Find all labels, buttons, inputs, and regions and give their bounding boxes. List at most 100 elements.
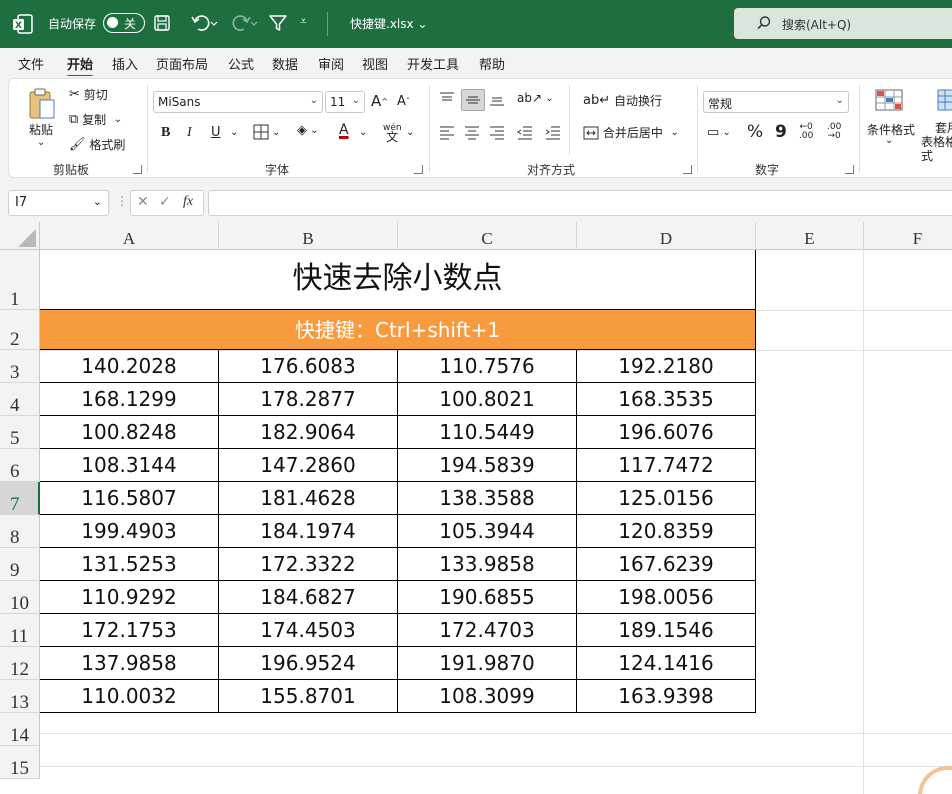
align-bottom-icon[interactable] [489, 91, 505, 107]
tab-review[interactable]: 审阅 [318, 54, 344, 73]
row-header[interactable]: 11 [0, 614, 40, 647]
row-header[interactable]: 13 [0, 680, 40, 713]
table-cell[interactable]: 178.2877 [219, 383, 398, 416]
table-cell[interactable]: 110.7576 [398, 350, 577, 383]
underline-dropdown-icon[interactable]: ⌄ [230, 127, 238, 138]
table-cell[interactable]: 168.1299 [40, 383, 219, 416]
cancel-icon[interactable]: ✕ [137, 194, 149, 210]
table-cell[interactable]: 167.6239 [577, 548, 756, 581]
table-cell[interactable]: 108.3099 [398, 680, 577, 713]
table-cell[interactable]: 181.4628 [219, 482, 398, 515]
tab-data[interactable]: 数据 [272, 54, 298, 73]
tab-formulas[interactable]: 公式 [228, 54, 254, 73]
table-cell[interactable]: 110.5449 [398, 416, 577, 449]
table-cell[interactable]: 184.6827 [219, 581, 398, 614]
increase-indent-icon[interactable] [545, 124, 561, 140]
enter-icon[interactable]: ✓ [159, 194, 171, 210]
column-header-e[interactable]: E [756, 222, 864, 250]
row-header[interactable]: 7 [0, 482, 40, 515]
column-header-b[interactable]: B [219, 222, 398, 250]
select-all-button[interactable] [0, 222, 40, 250]
increase-font-icon[interactable]: A ^ [371, 92, 388, 110]
orientation-icon[interactable]: ab↗ ⌄ [517, 91, 554, 105]
table-cell[interactable]: 108.3144 [40, 449, 219, 482]
tab-help[interactable]: 帮助 [479, 54, 505, 73]
tab-view[interactable]: 视图 [362, 54, 388, 73]
table-cell[interactable]: 189.1546 [577, 614, 756, 647]
phonetic-guide-icon[interactable]: wén 文 [383, 124, 402, 144]
conditional-formatting-icon[interactable] [875, 89, 903, 111]
insert-function-button[interactable]: fx [183, 194, 193, 210]
table-cell[interactable]: 125.0156 [577, 482, 756, 515]
table-cell[interactable]: 190.6855 [398, 581, 577, 614]
undo-icon[interactable] [190, 13, 218, 33]
phonetic-dropdown-icon[interactable]: ⌄ [406, 127, 414, 138]
tab-insert[interactable]: 插入 [112, 54, 138, 73]
merge-center-button[interactable]: 合并后居中 ⌄ [583, 124, 679, 141]
table-cell[interactable]: 163.9398 [577, 680, 756, 713]
row-header[interactable]: 5 [0, 416, 40, 449]
underline-button[interactable]: U [211, 125, 221, 140]
font-name-select[interactable]: MiSans ⌄ [153, 91, 323, 113]
table-cell[interactable]: 172.1753 [40, 614, 219, 647]
autosave-toggle[interactable]: 关 [103, 13, 145, 33]
table-cell[interactable]: 117.7472 [577, 449, 756, 482]
table-cell[interactable]: 196.6076 [577, 416, 756, 449]
row-header[interactable]: 15 [0, 746, 40, 779]
font-color-dropdown-icon[interactable]: ⌄ [359, 127, 367, 138]
column-header-f[interactable]: F [864, 222, 952, 250]
italic-button[interactable]: I [187, 125, 192, 141]
table-cell[interactable]: 172.4703 [398, 614, 577, 647]
name-box[interactable]: I7 ⌄ [8, 190, 109, 216]
table-cell[interactable]: 105.3944 [398, 515, 577, 548]
table-cell[interactable]: 137.9858 [40, 647, 219, 680]
table-cell[interactable]: 194.5839 [398, 449, 577, 482]
table-cell[interactable]: 100.8248 [40, 416, 219, 449]
decrease-indent-icon[interactable] [517, 124, 533, 140]
align-middle-icon[interactable] [461, 89, 485, 111]
decrease-decimal-icon[interactable]: .00 →0 [827, 123, 841, 141]
row-header[interactable]: 14 [0, 713, 40, 746]
table-cell[interactable]: 100.8021 [398, 383, 577, 416]
table-cell[interactable]: 182.9064 [219, 416, 398, 449]
row-header[interactable]: 8 [0, 515, 40, 548]
table-cell[interactable]: 168.3535 [577, 383, 756, 416]
column-header-c[interactable]: C [398, 222, 577, 250]
row-header[interactable]: 4 [0, 383, 40, 416]
align-top-icon[interactable] [439, 91, 455, 107]
align-right-icon[interactable] [489, 124, 505, 140]
row-header[interactable]: 6 [0, 449, 40, 482]
table-cell[interactable]: 176.6083 [219, 350, 398, 383]
table-cell[interactable]: 172.3322 [219, 548, 398, 581]
font-launcher-icon[interactable] [414, 165, 423, 174]
filter-icon[interactable] [268, 13, 288, 33]
table-cell[interactable]: 120.8359 [577, 515, 756, 548]
font-color-button[interactable]: A [339, 122, 349, 138]
tab-file[interactable]: 文件 [18, 54, 44, 73]
bold-button[interactable]: B [161, 125, 170, 141]
font-size-select[interactable]: 11 ⌄ [325, 91, 365, 113]
table-cell[interactable]: 110.9292 [40, 581, 219, 614]
table-cell[interactable]: 198.0056 [577, 581, 756, 614]
cut-button[interactable]: ✂ 剪切 [69, 86, 108, 103]
format-as-table-icon[interactable] [937, 89, 952, 111]
table-cell[interactable]: 196.9524 [219, 647, 398, 680]
borders-button[interactable]: ⌄ [253, 124, 281, 140]
align-left-icon[interactable] [439, 124, 455, 140]
number-format-select[interactable]: 常规 ⌄ [703, 91, 849, 113]
table-cell[interactable]: 110.0032 [40, 680, 219, 713]
table-cell[interactable]: 140.2028 [40, 350, 219, 383]
formula-input[interactable] [208, 190, 952, 216]
row-header[interactable]: 3 [0, 350, 40, 383]
copy-button[interactable]: ⧉ 复制 ⌄ [69, 111, 122, 128]
table-cell[interactable]: 133.9858 [398, 548, 577, 581]
redo-icon[interactable] [230, 13, 258, 33]
format-painter-button[interactable]: 🖌 格式刷 [69, 136, 125, 153]
formula-bar-grip-icon[interactable]: ⋮ [116, 194, 128, 208]
sheet-title-cell[interactable]: 快速去除小数点 [40, 250, 756, 310]
tab-page-layout[interactable]: 页面布局 [156, 54, 208, 73]
table-cell[interactable]: 131.5253 [40, 548, 219, 581]
accounting-format-icon[interactable]: ▭ ⌄ [707, 125, 731, 140]
column-header-d[interactable]: D [577, 222, 756, 250]
wrap-text-button[interactable]: ab↵ 自动换行 [583, 92, 662, 109]
